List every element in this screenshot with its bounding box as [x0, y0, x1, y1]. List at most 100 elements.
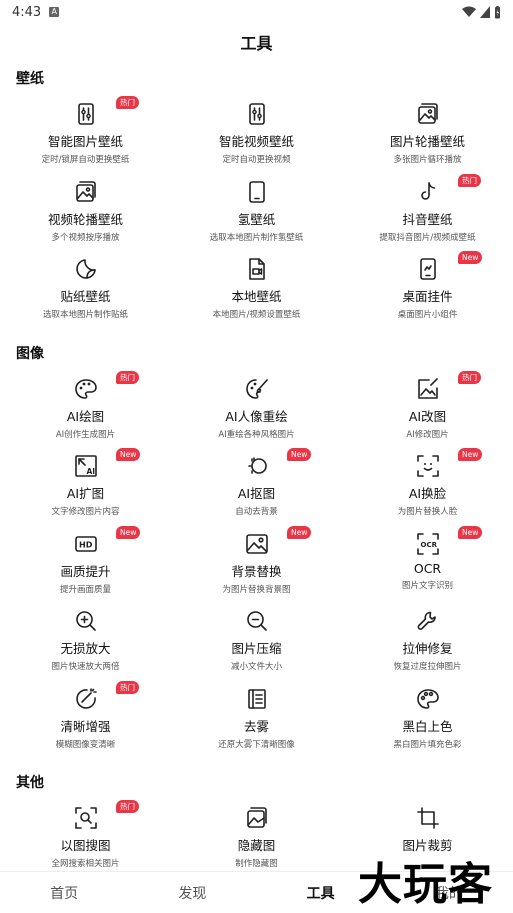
tool-content[interactable]: 壁纸 智能图片壁纸 定时/锁屏自动更换壁纸 热门 智能视频壁纸 定时自动更换视频 图片轮播壁… [0, 60, 513, 871]
tool-desc: 为图片替换背景图 [222, 584, 291, 595]
svg-text:OCR: OCR [420, 541, 437, 549]
page-title: 工具 [240, 34, 273, 53]
tool-item[interactable]: HD 画质提升 提升画面质量 New [0, 522, 171, 600]
tool-item[interactable]: 智能图片壁纸 定时/锁屏自动更换壁纸 热门 [0, 92, 171, 170]
image-icon [243, 530, 271, 558]
tool-name: 贴纸壁纸 [60, 289, 111, 304]
tool-item[interactable]: 拉伸修复恢复过度拉伸图片 [342, 599, 513, 677]
svg-text:HD: HD [79, 540, 93, 549]
tool-desc: 模糊图像变清晰 [55, 739, 116, 750]
tool-name: 图片轮播壁纸 [389, 134, 465, 149]
new-badge: New [116, 448, 141, 461]
hidden-image-icon [243, 804, 271, 832]
clarity-icon [72, 685, 100, 713]
tool-item[interactable]: AI人像重绘 AI重绘各种风格图片 [171, 367, 342, 445]
tool-name: 画质提升 [60, 563, 111, 579]
wrench-icon [414, 607, 442, 635]
tool-item[interactable]: OCR OCR 图片文字识别 New [342, 522, 513, 600]
tool-desc: 桌面图片小组件 [397, 310, 458, 320]
tool-name: 清晰增强 [60, 718, 111, 734]
image-edit-icon [414, 375, 442, 403]
tool-desc: AI重绘各种风格图片 [218, 429, 295, 440]
ai-expand-icon: AI [72, 452, 100, 480]
tool-item[interactable]: 无损放大 图片快速放大两倍 [0, 599, 171, 677]
tool-item[interactable]: 贴纸壁纸选取本地图片制作贴纸 [0, 247, 171, 325]
tool-item[interactable]: 图片压缩 减小文件大小 [171, 599, 342, 677]
tool-item[interactable]: 本地壁纸本地图片/视频设置壁纸 [171, 247, 342, 325]
tool-name: 抖音壁纸 [402, 211, 453, 227]
tool-desc: 制作隐藏图 [235, 859, 278, 869]
hd-icon: HD [72, 530, 100, 558]
tool-item[interactable]: 智能视频壁纸 定时自动更换视频 [171, 92, 342, 170]
colorize-icon [414, 685, 442, 713]
tool-item[interactable]: 隐藏图 制作隐藏图 [171, 796, 342, 871]
tool-name: 本地壁纸 [231, 289, 282, 304]
tool-desc: 多个视频按序播放 [51, 232, 120, 243]
dehaze-icon [243, 685, 271, 713]
new-badge: New [458, 525, 483, 539]
tool-name: AI人像重绘 [225, 408, 288, 424]
tool-item[interactable]: AI绘图 AI创作生成图片 热门 [0, 367, 171, 445]
tool-name: 图片压缩 [231, 641, 282, 656]
nav-item[interactable]: 首页 [0, 883, 128, 903]
tool-desc: 图片文字识别 [401, 580, 453, 591]
new-badge: New [287, 525, 312, 539]
tool-item[interactable]: AI AI扩图文字修改图片内容 New [0, 444, 171, 522]
tool-name: 拉伸修复 [402, 641, 453, 656]
tool-item[interactable]: AI换脸 为图片替换人脸 New [342, 444, 513, 522]
tool-name: 无损放大 [60, 641, 111, 656]
ocr-icon: OCR [414, 530, 442, 558]
tool-item[interactable]: AI改图 AI修改图片 热门 [342, 367, 513, 445]
nav-item[interactable]: 发现 [128, 883, 256, 903]
tool-name: AI扩图 [66, 486, 105, 501]
tool-item[interactable]: 背景替换 为图片替换背景图 New [171, 522, 342, 600]
tool-desc: 黑白图片填充色彩 [393, 739, 462, 750]
tool-desc: 选取本地图片制作贴纸 [42, 310, 128, 320]
zoom-out-icon [243, 607, 271, 635]
tool-item[interactable]: 抖音壁纸提取抖音图片/视频成壁纸 热门 [342, 170, 513, 248]
tool-item[interactable]: 以图搜图 全网搜索相关图片 热门 [0, 796, 171, 871]
phone-icon [243, 178, 271, 206]
tool-name: 黑白上色 [402, 718, 453, 734]
tool-item[interactable]: AI抠图 自动去背景 New [171, 444, 342, 522]
tool-name: 桌面挂件 [402, 289, 453, 304]
image-stack-icon [414, 100, 442, 128]
cutout-icon [243, 452, 271, 480]
face-swap-icon [414, 452, 442, 480]
hot-badge: 热门 [458, 173, 481, 187]
tiktok-icon [414, 178, 442, 206]
tool-name: 图片裁剪 [402, 838, 453, 853]
palette-brush-icon [243, 375, 271, 403]
crop-icon [414, 804, 442, 832]
tool-item[interactable]: 桌面挂件桌面图片小组件 New [342, 247, 513, 325]
tool-desc: 恢复过度拉伸图片 [393, 662, 462, 672]
tool-desc: AI修改图片 [406, 429, 449, 440]
tool-item[interactable]: 图片轮播壁纸 多张图片循环播放 [342, 92, 513, 170]
tool-desc: 选取本地图片制作氢壁纸 [209, 232, 304, 243]
new-badge: New [458, 251, 483, 264]
tool-item[interactable]: 黑白上色黑白图片填充色彩 [342, 677, 513, 755]
tool-name: 去雾 [243, 718, 269, 734]
image-stack-icon [72, 178, 100, 206]
palette-icon [72, 375, 100, 403]
battery-icon [495, 5, 500, 18]
tool-item[interactable]: 视频轮播壁纸 多个视频按序播放 [0, 170, 171, 248]
signal-icon [480, 6, 490, 18]
tool-item[interactable]: 去雾 还原大雾下清晰图像 [171, 677, 342, 755]
hot-badge: 热门 [116, 800, 139, 813]
notification-icon: A [49, 7, 60, 17]
tool-desc: AI创作生成图片 [55, 429, 116, 440]
status-right [462, 5, 501, 19]
tool-item[interactable]: 清晰增强 模糊图像变清晰 热门 [0, 677, 171, 755]
tool-grid: AI绘图 AI创作生成图片 热门 AI人像重绘 AI重绘各种风格图片 AI改图 AI修改图片… [0, 367, 513, 755]
tool-desc: 提取抖音图片/视频成壁纸 [379, 232, 476, 243]
tool-item[interactable]: 氢壁纸选取本地图片制作氢壁纸 [171, 170, 342, 248]
watermark: 大玩客 [358, 859, 493, 910]
section-title: 图像 [16, 345, 44, 362]
tool-desc: 本地图片/视频设置壁纸 [212, 310, 301, 320]
status-left: 4:43 A [12, 5, 60, 20]
tool-name: 氢壁纸 [237, 211, 276, 227]
tool-name: AI改图 [408, 408, 447, 424]
tool-desc: 文字修改图片内容 [51, 507, 120, 517]
